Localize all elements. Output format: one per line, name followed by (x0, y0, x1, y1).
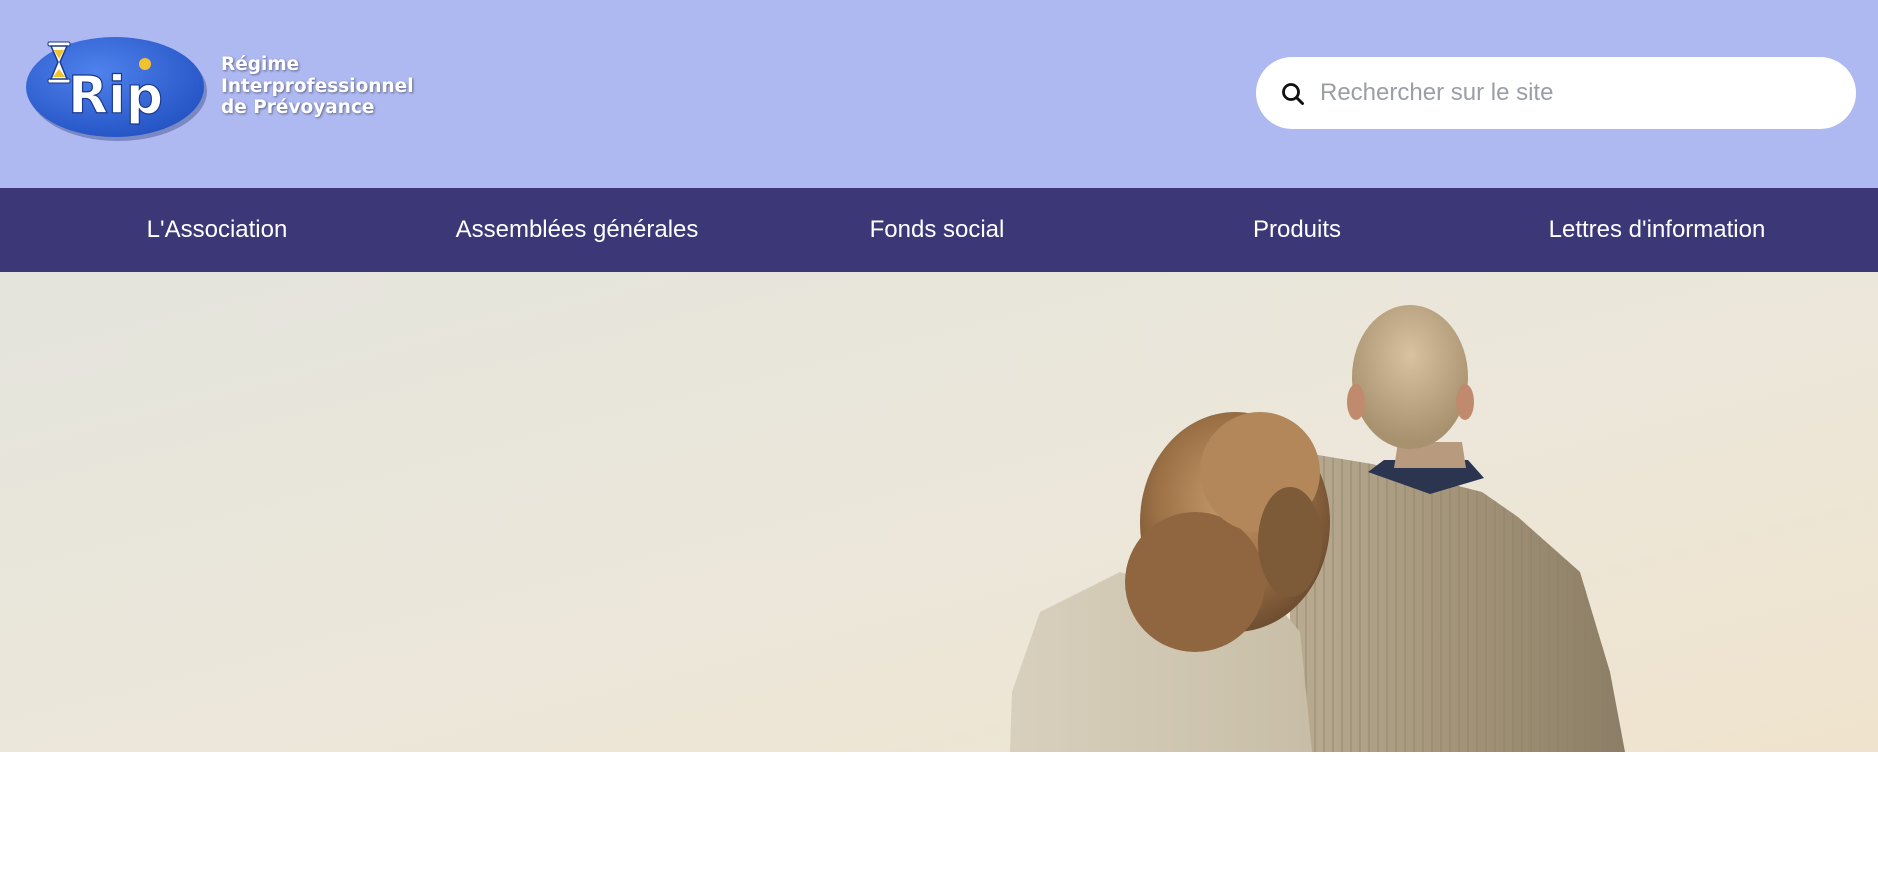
search-bar[interactable] (1256, 57, 1856, 129)
nav-item-lettres-information[interactable]: Lettres d'information (1440, 188, 1874, 272)
rip-logo-mark: Rip (26, 37, 207, 141)
logo-line-3: de Prévoyance (221, 97, 375, 118)
hero-banner (0, 272, 1878, 752)
content-area (0, 752, 1878, 891)
logo-line-2: Interprofessionnel (221, 75, 414, 97)
logo-line-1: Régime (221, 54, 300, 75)
hero-photo-elderly-couple (0, 272, 1878, 752)
logo-text: Régime Interprofessionnel de Prévoyance (221, 54, 414, 119)
main-nav: L'Association Assemblées générales Fonds… (0, 188, 1878, 272)
search-icon[interactable] (1280, 81, 1306, 107)
search-input[interactable] (1314, 57, 1834, 129)
site-logo[interactable]: Rip Régime Interprofessionnel de Prévoya… (22, 30, 414, 150)
logo-wordmark: Rip (68, 66, 163, 126)
site-header: Rip Régime Interprofessionnel de Prévoya… (0, 0, 1878, 188)
